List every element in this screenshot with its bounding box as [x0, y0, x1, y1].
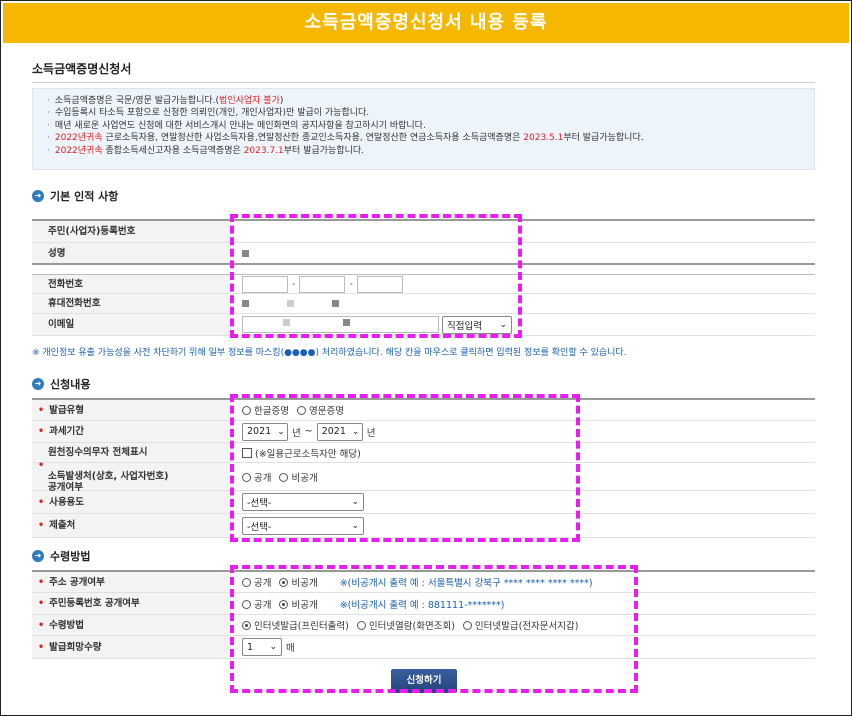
quantity-label: 발급희망수량 — [32, 636, 232, 658]
notice-item: 2022년귀속 근로소득자용, 연말정산한 사업소득자용,연말정산한 종교인소득… — [47, 132, 814, 144]
arrow-circle-icon: ➜ — [32, 190, 44, 202]
notice-text: 수입등록시 타소득 포함으로 신청한 의뢰인(개인, 개인사업자)만 발급이 가… — [54, 108, 370, 119]
arrow-circle-icon: ➜ — [32, 378, 44, 390]
method-label: 수령방법 — [32, 615, 232, 635]
title-divider — [32, 82, 815, 83]
highlight-box-apply — [230, 394, 580, 542]
highlight-box-basic — [230, 214, 522, 338]
disclose-label-line-1: 소득발생처(상호, 사업자번호) — [48, 471, 169, 482]
notice-text: 부터 발급가능합니다. — [283, 145, 365, 156]
issue-type-label: 발급유형 — [32, 400, 232, 420]
notice-text: ) — [279, 96, 284, 106]
privacy-note: ※ 개인정보 유출 가능성을 사전 차단하기 위해 일부 정보를 마스킹(●●●… — [32, 348, 627, 358]
notice-highlight: 2023.7.1 — [243, 145, 284, 156]
notice-item: 수입등록시 타소득 포함으로 신청한 의뢰인(개인, 개인사업자)만 발급이 가… — [47, 107, 814, 119]
section-apply-heading: ➜ 신청내용 — [32, 376, 90, 392]
highlight-box-receive — [230, 565, 638, 693]
phone-label: 전화번호 — [32, 275, 232, 293]
notice-item: 2022년귀속 종합소득세신고자용 소득금액증명은 2023.7.1부터 발급가… — [47, 145, 814, 157]
name-label: 성명 — [32, 243, 232, 263]
section-apply-title: 신청내용 — [50, 378, 91, 391]
notice-text: 부터 발급가능합니다. — [563, 133, 644, 144]
withholding-label: 원천징수의무자 전체표시 — [32, 443, 232, 462]
notice-highlight: 2022년귀속 — [54, 145, 103, 156]
notice-text: 매년 새로운 사업연도 신청에 대한 서비스개시 안내는 메인화면의 공지사항을… — [54, 120, 426, 131]
notice-text: 소득금액증명은 국문/영문 발급가능합니다.( — [54, 96, 220, 106]
rrn-label: 주민등록번호 공개여부 — [32, 593, 232, 614]
notice-highlight: 2022년귀속 — [54, 133, 103, 144]
mobile-label: 휴대전화번호 — [32, 294, 232, 313]
submit-to-label: 제출처 — [32, 514, 232, 537]
period-label: 과세기간 — [32, 421, 232, 442]
notice-item: 매년 새로운 사업연도 신청에 대한 서비스개시 안내는 메인화면의 공지사항을… — [47, 120, 814, 132]
page-title: 소득금액증명신청서 — [32, 62, 132, 76]
disclose-label: 소득발생처(상호, 사업자번호) 공개여부 — [32, 463, 232, 493]
notice-highlight: 2023.5.1 — [523, 133, 564, 144]
resident-no-label: 주민(사업자)등록번호 — [32, 221, 232, 242]
email-label: 이메일 — [32, 314, 232, 335]
page-banner: 소득금액증명신청서 내용 등록 — [3, 3, 849, 43]
section-receive-title: 수령방법 — [50, 550, 91, 563]
notice-box: 소득금액증명은 국문/영문 발급가능합니다.(법인사업자 불가)수입등록시 타소… — [32, 88, 815, 170]
notice-text: 종합소득세신고자용 소득금액증명은 — [102, 145, 244, 156]
section-basic-title: 기본 인적 사항 — [50, 190, 119, 203]
section-receive-heading: ➜ 수령방법 — [32, 548, 90, 564]
address-label: 주소 공개여부 — [32, 572, 232, 592]
notice-text: 근로소득자용, 연말정산한 사업소득자용,연말정산한 종교인소득자용, 연말정산… — [102, 133, 524, 144]
purpose-label: 사용용도 — [32, 491, 232, 513]
arrow-circle-icon: ➜ — [32, 550, 44, 562]
notice-item: 소득금액증명은 국문/영문 발급가능합니다.(법인사업자 불가) — [47, 95, 814, 107]
notice-highlight: 법인사업자 불가 — [219, 96, 280, 106]
section-basic-heading: ➜ 기본 인적 사항 — [32, 188, 118, 204]
